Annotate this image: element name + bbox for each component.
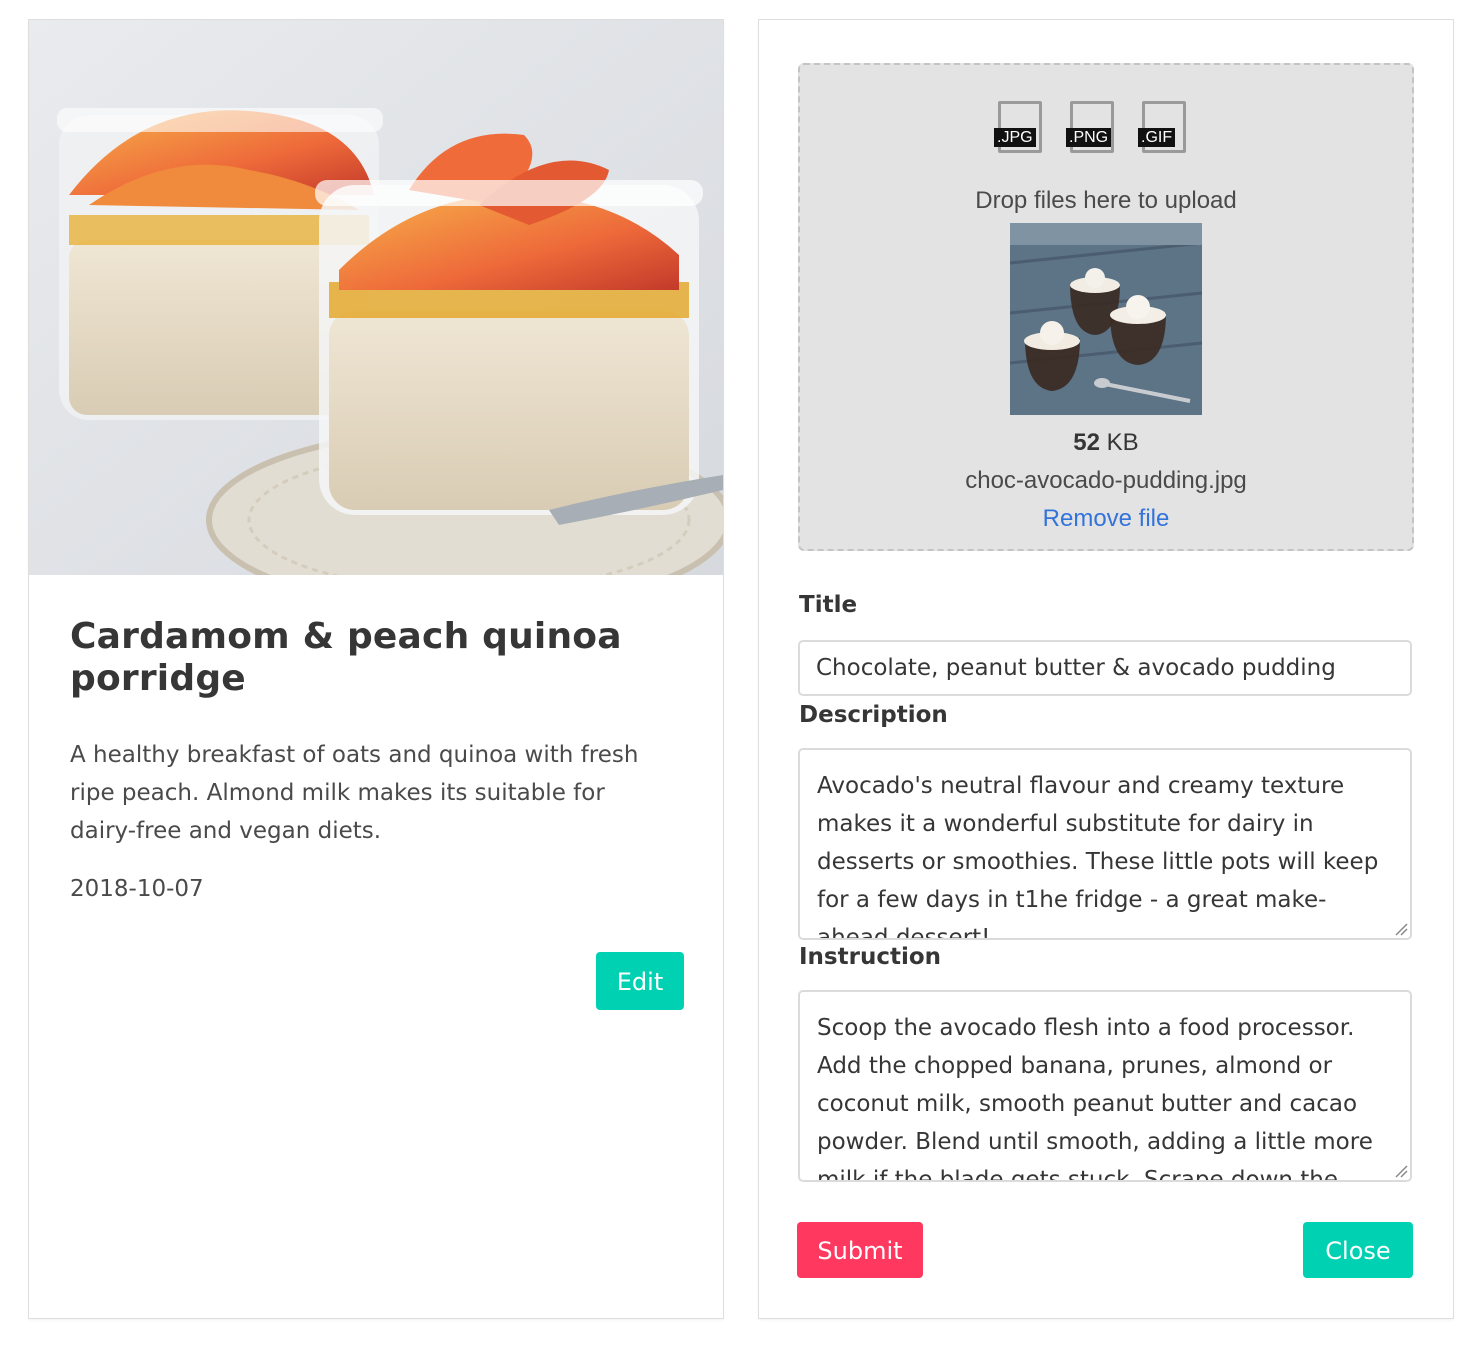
resize-handle-icon[interactable] (1394, 922, 1408, 936)
resize-handle-icon[interactable] (1394, 1164, 1408, 1178)
submit-button[interactable]: Submit (797, 1222, 923, 1278)
jpg-file-label: .JPG (994, 128, 1036, 147)
edit-recipe-form: .JPG .PNG .GIF Drop files here to upload (759, 20, 1453, 1318)
file-dropzone[interactable]: .JPG .PNG .GIF Drop files here to upload (798, 63, 1414, 551)
title-input[interactable] (798, 640, 1412, 696)
description-text: Avocado's neutral flavour and creamy tex… (817, 773, 1379, 940)
file-size-unit: KB (1100, 429, 1139, 456)
remove-file-link[interactable]: Remove file (800, 505, 1412, 533)
close-button[interactable]: Close (1303, 1222, 1413, 1278)
recipe-description: A healthy breakfast of oats and quinoa w… (70, 742, 639, 844)
instruction-text: Scoop the avocado flesh into a food proc… (817, 1015, 1373, 1182)
description-textarea[interactable]: Avocado's neutral flavour and creamy tex… (798, 748, 1412, 940)
gif-file-label: .GIF (1138, 128, 1176, 147)
file-size: 52 KB (800, 429, 1412, 457)
recipe-title: Cardamom & peach quinoa porridge (70, 616, 622, 699)
recipe-photo (29, 20, 723, 575)
uploaded-image-preview (1010, 223, 1202, 415)
recipe-date: 2018-10-07 (70, 876, 204, 902)
file-size-value: 52 (1073, 429, 1100, 456)
file-name: choc-avocado-pudding.jpg (965, 467, 1247, 494)
title-label: Title (799, 592, 858, 618)
jpg-file-icon: .JPG (994, 101, 1042, 153)
dropzone-message: Drop files here to upload (975, 187, 1237, 214)
gif-file-icon: .GIF (1138, 101, 1186, 153)
png-file-label: .PNG (1066, 128, 1112, 147)
recipe-card: Cardamom & peach quinoa porridge A healt… (29, 20, 723, 1318)
instruction-textarea[interactable]: Scoop the avocado flesh into a food proc… (798, 990, 1412, 1182)
png-file-icon: .PNG (1066, 101, 1114, 153)
edit-button[interactable]: Edit (596, 952, 684, 1010)
accepted-file-types: .JPG .PNG .GIF (800, 101, 1412, 157)
instruction-label: Instruction (799, 944, 942, 970)
description-label: Description (799, 702, 948, 728)
